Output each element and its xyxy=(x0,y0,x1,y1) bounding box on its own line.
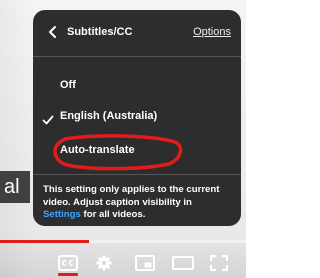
footer-text: This setting only applies to the current… xyxy=(43,184,220,208)
checkmark-icon xyxy=(42,110,54,125)
miniplayer-icon[interactable] xyxy=(135,255,155,271)
panel-title: Subtitles/CC xyxy=(67,26,133,38)
menu-item-english-australia[interactable]: English (Australia) xyxy=(33,103,241,129)
subtitles-icon[interactable] xyxy=(58,255,78,271)
menu-item-label: Off xyxy=(60,79,76,91)
fullscreen-icon[interactable] xyxy=(210,255,228,271)
panel-footer-note: This setting only applies to the current… xyxy=(33,174,241,226)
subtitles-active-indicator xyxy=(58,273,78,276)
video-frame xyxy=(0,0,34,278)
subtitles-settings-panel: Subtitles/CC Options Off English (Austra… xyxy=(33,10,241,226)
menu-item-label: English (Australia) xyxy=(60,110,158,122)
menu-item-off[interactable]: Off xyxy=(33,72,241,98)
footer-text-end: for all videos. xyxy=(80,209,146,220)
back-arrow-icon[interactable] xyxy=(46,25,60,39)
video-player[interactable]: al Subtitles/CC Options Off English (Aus… xyxy=(0,0,246,278)
caption-text: al xyxy=(0,171,30,203)
options-link[interactable]: Options xyxy=(193,25,231,39)
panel-header: Subtitles/CC Options xyxy=(33,10,241,57)
red-circle-annotation xyxy=(53,134,183,171)
settings-icon[interactable] xyxy=(96,255,112,271)
settings-link[interactable]: Settings xyxy=(43,209,81,220)
theater-mode-icon[interactable] xyxy=(172,255,194,271)
